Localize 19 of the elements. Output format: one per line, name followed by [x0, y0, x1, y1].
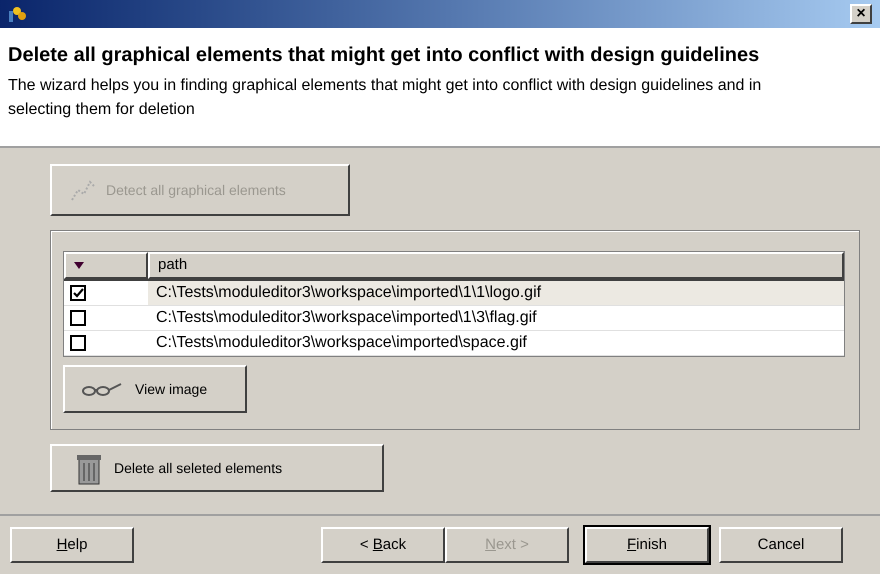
check-icon [72, 288, 84, 298]
footer-button[interactable]: Help [10, 527, 134, 563]
dropdown-icon [74, 262, 84, 270]
close-button[interactable]: × [850, 4, 872, 24]
view-image-button[interactable]: View image [63, 365, 247, 413]
delete-button[interactable]: Delete all seleted elements [50, 444, 384, 492]
wizard-title: Delete all graphical elements that might get into conflict with design guidelines [8, 43, 760, 68]
path-cell[interactable]: C:\Tests\moduleditor3\workspace\imported\1\1\logo.gif [148, 281, 844, 305]
column-header[interactable]: path [148, 252, 844, 279]
glasses-icon [81, 381, 123, 397]
app-icon [8, 5, 28, 23]
row-checkbox[interactable] [70, 335, 86, 351]
footer-button[interactable]: Cancel [719, 527, 843, 563]
row-checkbox[interactable] [70, 285, 86, 301]
wizard-description: The wizard helps you in finding graphical elements that might get into conflict with design guidelines and in selecting them for deletion [8, 76, 762, 120]
column-menu-header[interactable] [64, 252, 148, 279]
footer-button[interactable]: < Back [321, 527, 445, 563]
footer-button[interactable]: Finish [585, 527, 709, 563]
row-checkbox[interactable] [70, 310, 86, 326]
